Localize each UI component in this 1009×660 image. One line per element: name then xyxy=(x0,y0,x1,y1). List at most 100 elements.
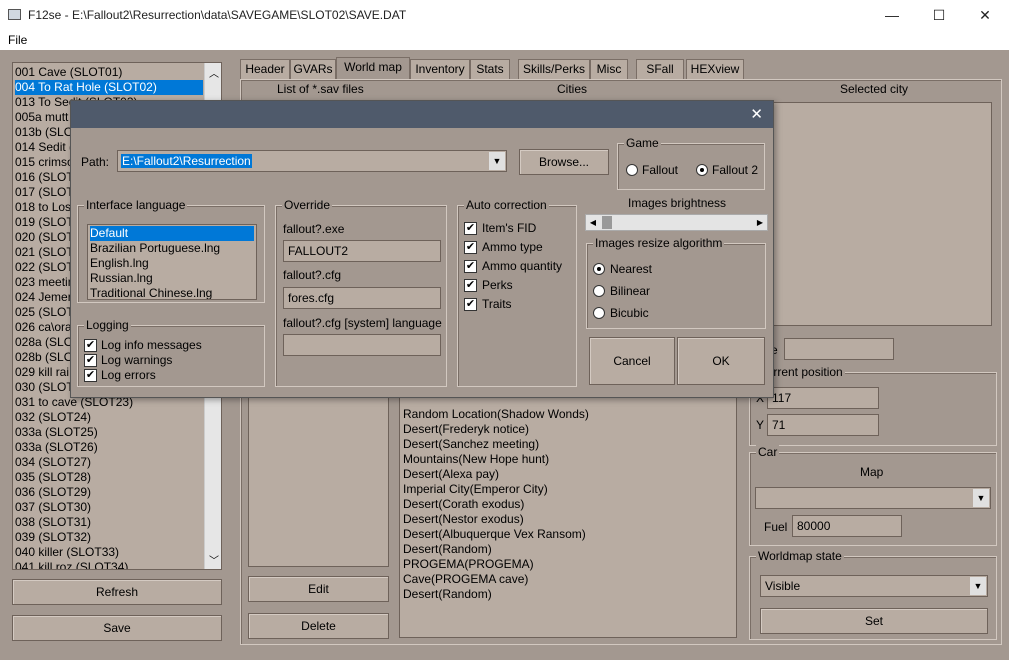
list-item[interactable]: Imperial City(Emperor City) xyxy=(403,482,548,497)
radio-fallout2[interactable] xyxy=(696,164,708,176)
resize-option-label: Nearest xyxy=(610,262,653,276)
list-item[interactable]: 004 To Rat Hole (SLOT02) xyxy=(15,80,203,95)
list-item[interactable]: 034 (SLOT27) xyxy=(15,455,203,470)
tab-gvars[interactable]: GVARs xyxy=(290,59,336,79)
list-item[interactable]: Desert(Albuquerque Vex Ransom) xyxy=(403,527,586,542)
scroll-down-icon[interactable]: ﹀ xyxy=(209,552,219,567)
list-item[interactable]: Mountains(New Hope hunt) xyxy=(403,452,549,467)
path-combo[interactable]: E:\Fallout2\Resurrection ▼ xyxy=(117,150,507,172)
auto-correction-checkbox[interactable]: ✔ xyxy=(464,279,477,292)
cfg-field[interactable]: fores.cfg xyxy=(283,287,441,309)
resize-radio[interactable] xyxy=(593,307,605,319)
log-checkbox[interactable]: ✔ xyxy=(84,369,97,382)
browse-button[interactable]: Browse... xyxy=(519,149,609,175)
override-label: Override xyxy=(282,198,333,212)
interface-language-group: Interface language Default Brazilian Port… xyxy=(77,198,265,303)
chevron-down-icon[interactable]: ▼ xyxy=(489,152,505,170)
fuel-field[interactable]: 80000 xyxy=(792,515,902,537)
language-list[interactable]: Default Brazilian Portuguese.lng English.l… xyxy=(87,224,257,300)
brightness-slider[interactable]: ◀ ▶ xyxy=(585,214,768,231)
cancel-button[interactable]: Cancel xyxy=(589,337,675,385)
map-label: Map xyxy=(860,465,884,479)
fuel-label: Fuel xyxy=(764,520,788,534)
minimize-button[interactable]: — xyxy=(877,6,907,24)
y-field[interactable]: 71 xyxy=(767,414,879,436)
list-item[interactable]: 040 killer (SLOT33) xyxy=(15,545,203,560)
map-select[interactable]: ▼ xyxy=(755,487,991,509)
selected-city-panel[interactable] xyxy=(749,102,992,326)
auto-correction-checkbox[interactable]: ✔ xyxy=(464,298,477,311)
worldmap-state-select[interactable]: Visible ▼ xyxy=(760,575,988,597)
log-checkbox[interactable]: ✔ xyxy=(84,354,97,367)
maximize-button[interactable]: ☐ xyxy=(924,6,954,24)
auto-correction-label: Item's FID xyxy=(482,221,537,235)
list-item[interactable]: 032 (SLOT24) xyxy=(15,410,203,425)
list-item[interactable]: PROGEMA(PROGEMA) xyxy=(403,557,534,572)
scroll-up-icon[interactable]: ︿ xyxy=(209,65,219,80)
resize-radio[interactable] xyxy=(593,263,605,275)
list-item[interactable]: Desert(Random) xyxy=(403,542,492,557)
tab-stats[interactable]: Stats xyxy=(470,59,510,79)
arrow-right-icon[interactable]: ▶ xyxy=(753,215,767,230)
list-item[interactable]: Cave(PROGEMA cave) xyxy=(403,572,528,587)
language-item[interactable]: Traditional Chinese.lng xyxy=(90,286,254,299)
language-item[interactable]: Default xyxy=(90,226,254,241)
system-language-field[interactable] xyxy=(283,334,441,356)
resize-radio[interactable] xyxy=(593,285,605,297)
resize-algorithm-label: Images resize algorithm xyxy=(593,236,725,250)
list-item[interactable]: Desert(Random) xyxy=(403,587,492,602)
refresh-button[interactable]: Refresh xyxy=(12,579,222,605)
save-button[interactable]: Save xyxy=(12,615,222,641)
language-item[interactable]: English.lng xyxy=(90,256,254,271)
list-item[interactable]: Random Location(Shadow Wonds) xyxy=(403,407,589,422)
close-icon[interactable]: ✕ xyxy=(750,105,763,123)
list-item[interactable]: 033a (SLOT26) xyxy=(15,440,203,455)
list-item[interactable]: 037 (SLOT30) xyxy=(15,500,203,515)
brightness-thumb[interactable] xyxy=(602,216,612,229)
resize-option-label: Bilinear xyxy=(610,284,651,298)
sav-files-header: List of *.sav files xyxy=(277,82,364,96)
auto-correction-checkbox[interactable]: ✔ xyxy=(464,241,477,254)
y-label: Y xyxy=(756,418,765,432)
list-item[interactable]: Desert(Corath exodus) xyxy=(403,497,524,512)
city-name-field[interactable] xyxy=(784,338,894,360)
language-item[interactable]: Russian.lng xyxy=(90,271,254,286)
log-checkbox[interactable]: ✔ xyxy=(84,339,97,352)
radio-fallout[interactable] xyxy=(626,164,638,176)
list-item[interactable]: 039 (SLOT32) xyxy=(15,530,203,545)
list-item[interactable]: 035 (SLOT28) xyxy=(15,470,203,485)
chevron-down-icon[interactable]: ▼ xyxy=(973,489,989,507)
exe-field[interactable]: FALLOUT2 xyxy=(283,240,441,262)
arrow-left-icon[interactable]: ◀ xyxy=(586,215,600,230)
tab-hexview[interactable]: HEXview xyxy=(686,59,744,79)
radio-fallout2-label: Fallout 2 xyxy=(712,163,759,177)
edit-button[interactable]: Edit xyxy=(248,576,389,602)
tab-skills-perks[interactable]: Skills/Perks xyxy=(518,59,590,79)
set-button[interactable]: Set xyxy=(760,608,988,634)
list-item[interactable]: Desert(Alexa pay) xyxy=(403,467,499,482)
tab-header[interactable]: Header xyxy=(240,59,290,79)
list-item[interactable]: Desert(Sanchez meeting) xyxy=(403,437,539,452)
list-item[interactable]: Desert(Frederyk notice) xyxy=(403,422,529,437)
list-item[interactable]: 038 (SLOT31) xyxy=(15,515,203,530)
tab-misc[interactable]: Misc xyxy=(590,59,628,79)
list-item[interactable]: 041 kill roz (SLOT34) xyxy=(15,560,203,569)
tab-inventory[interactable]: Inventory xyxy=(410,59,470,79)
dialog-title-bar: ✕ xyxy=(71,101,773,128)
auto-correction-checkbox[interactable]: ✔ xyxy=(464,222,477,235)
auto-correction-checkbox[interactable]: ✔ xyxy=(464,260,477,273)
ok-button[interactable]: OK xyxy=(677,337,765,385)
interface-language-label: Interface language xyxy=(84,198,188,212)
list-item[interactable]: 033a (SLOT25) xyxy=(15,425,203,440)
menu-file[interactable]: File xyxy=(8,33,27,47)
language-item[interactable]: Brazilian Portuguese.lng xyxy=(90,241,254,256)
delete-button[interactable]: Delete xyxy=(248,613,389,639)
list-item[interactable]: 036 (SLOT29) xyxy=(15,485,203,500)
chevron-down-icon[interactable]: ▼ xyxy=(970,577,986,595)
tab-sfall[interactable]: SFall xyxy=(636,59,684,79)
list-item[interactable]: Desert(Nestor exodus) xyxy=(403,512,524,527)
close-window-button[interactable]: ✕ xyxy=(970,6,1000,24)
tab-world-map[interactable]: World map xyxy=(336,57,410,80)
list-item[interactable]: 001 Cave (SLOT01) xyxy=(15,65,203,80)
x-field[interactable]: 117 xyxy=(767,387,879,409)
